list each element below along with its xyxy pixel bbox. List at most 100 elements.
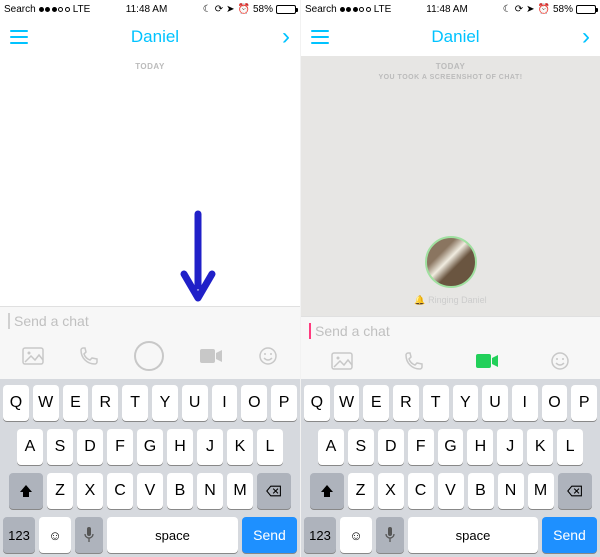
numbers-key[interactable]: 123 bbox=[3, 517, 35, 553]
key-p[interactable]: P bbox=[271, 385, 297, 421]
alarm-icon: ⏰ bbox=[538, 4, 550, 15]
back-to-app-label[interactable]: Search bbox=[4, 4, 36, 15]
key-row-3: ZXCVBNM bbox=[304, 473, 597, 509]
key-y[interactable]: Y bbox=[453, 385, 479, 421]
mic-key[interactable] bbox=[75, 517, 103, 553]
key-r[interactable]: R bbox=[92, 385, 118, 421]
key-s[interactable]: S bbox=[47, 429, 73, 465]
key-k[interactable]: K bbox=[227, 429, 253, 465]
send-key[interactable]: Send bbox=[242, 517, 297, 553]
key-t[interactable]: T bbox=[423, 385, 449, 421]
key-q[interactable]: Q bbox=[3, 385, 29, 421]
key-row-bottom: 123 ☺ space Send bbox=[304, 517, 597, 553]
key-g[interactable]: G bbox=[137, 429, 163, 465]
numbers-key[interactable]: 123 bbox=[304, 517, 336, 553]
key-y[interactable]: Y bbox=[152, 385, 178, 421]
key-j[interactable]: J bbox=[197, 429, 223, 465]
key-h[interactable]: H bbox=[167, 429, 193, 465]
key-m[interactable]: M bbox=[528, 473, 554, 509]
key-t[interactable]: T bbox=[122, 385, 148, 421]
key-v[interactable]: V bbox=[438, 473, 464, 509]
key-f[interactable]: F bbox=[107, 429, 133, 465]
key-l[interactable]: L bbox=[557, 429, 583, 465]
backspace-key[interactable] bbox=[257, 473, 291, 509]
key-u[interactable]: U bbox=[182, 385, 208, 421]
mic-key[interactable] bbox=[376, 517, 404, 553]
emoji-key[interactable]: ☺ bbox=[340, 517, 372, 553]
emoji-icon[interactable] bbox=[550, 351, 570, 371]
space-key[interactable]: space bbox=[107, 517, 238, 553]
battery-icon bbox=[576, 5, 596, 14]
chat-input-row[interactable]: Send a chat bbox=[301, 316, 600, 345]
send-key[interactable]: Send bbox=[542, 517, 597, 553]
key-u[interactable]: U bbox=[482, 385, 508, 421]
chat-input-row[interactable]: Send a chat bbox=[0, 306, 300, 335]
chevron-right-icon[interactable]: › bbox=[282, 23, 290, 51]
key-n[interactable]: N bbox=[498, 473, 524, 509]
key-b[interactable]: B bbox=[468, 473, 494, 509]
back-to-app-label[interactable]: Search bbox=[305, 4, 337, 15]
key-m[interactable]: M bbox=[227, 473, 253, 509]
key-a[interactable]: A bbox=[17, 429, 43, 465]
key-a[interactable]: A bbox=[318, 429, 344, 465]
key-c[interactable]: C bbox=[107, 473, 133, 509]
key-row-bottom: 123 ☺ space Send bbox=[3, 517, 297, 553]
key-s[interactable]: S bbox=[348, 429, 374, 465]
today-label: TODAY bbox=[436, 62, 466, 71]
key-c[interactable]: C bbox=[408, 473, 434, 509]
video-icon[interactable] bbox=[199, 348, 223, 364]
menu-icon[interactable] bbox=[10, 30, 28, 44]
video-icon[interactable] bbox=[475, 353, 499, 369]
key-g[interactable]: G bbox=[438, 429, 464, 465]
key-k[interactable]: K bbox=[527, 429, 553, 465]
key-w[interactable]: W bbox=[334, 385, 360, 421]
chat-input-placeholder: Send a chat bbox=[315, 323, 592, 339]
key-d[interactable]: D bbox=[77, 429, 103, 465]
gallery-icon[interactable] bbox=[22, 347, 44, 365]
key-e[interactable]: E bbox=[63, 385, 89, 421]
space-key[interactable]: space bbox=[408, 517, 538, 553]
text-cursor bbox=[309, 323, 311, 339]
key-o[interactable]: O bbox=[241, 385, 267, 421]
shift-key[interactable] bbox=[310, 473, 344, 509]
key-v[interactable]: V bbox=[137, 473, 163, 509]
key-d[interactable]: D bbox=[378, 429, 404, 465]
battery-pct-label: 58% bbox=[553, 4, 573, 15]
key-x[interactable]: X bbox=[77, 473, 103, 509]
key-z[interactable]: Z bbox=[348, 473, 374, 509]
key-i[interactable]: I bbox=[512, 385, 538, 421]
chat-title: Daniel bbox=[131, 27, 179, 47]
caller-avatar[interactable] bbox=[425, 236, 477, 288]
shutter-button[interactable] bbox=[134, 341, 164, 371]
key-q[interactable]: Q bbox=[304, 385, 330, 421]
shift-key[interactable] bbox=[9, 473, 43, 509]
key-i[interactable]: I bbox=[212, 385, 238, 421]
key-row-1: QWERTYUIOP bbox=[304, 385, 597, 421]
key-p[interactable]: P bbox=[571, 385, 597, 421]
signal-dots-icon bbox=[39, 7, 70, 12]
emoji-icon[interactable] bbox=[258, 346, 278, 366]
key-b[interactable]: B bbox=[167, 473, 193, 509]
emoji-key[interactable]: ☺ bbox=[39, 517, 71, 553]
chevron-right-icon[interactable]: › bbox=[582, 23, 590, 51]
key-j[interactable]: J bbox=[497, 429, 523, 465]
key-f[interactable]: F bbox=[408, 429, 434, 465]
gallery-icon[interactable] bbox=[331, 352, 353, 370]
today-label: TODAY bbox=[135, 62, 165, 71]
phone-icon[interactable] bbox=[404, 351, 424, 371]
key-r[interactable]: R bbox=[393, 385, 419, 421]
key-w[interactable]: W bbox=[33, 385, 59, 421]
phone-icon[interactable] bbox=[79, 346, 99, 366]
key-z[interactable]: Z bbox=[47, 473, 73, 509]
backspace-key[interactable] bbox=[558, 473, 592, 509]
key-n[interactable]: N bbox=[197, 473, 223, 509]
action-row bbox=[301, 345, 600, 379]
text-cursor bbox=[8, 313, 10, 329]
key-x[interactable]: X bbox=[378, 473, 404, 509]
key-l[interactable]: L bbox=[257, 429, 283, 465]
battery-icon bbox=[276, 5, 296, 14]
menu-icon[interactable] bbox=[311, 30, 329, 44]
key-h[interactable]: H bbox=[467, 429, 493, 465]
key-o[interactable]: O bbox=[542, 385, 568, 421]
key-e[interactable]: E bbox=[363, 385, 389, 421]
